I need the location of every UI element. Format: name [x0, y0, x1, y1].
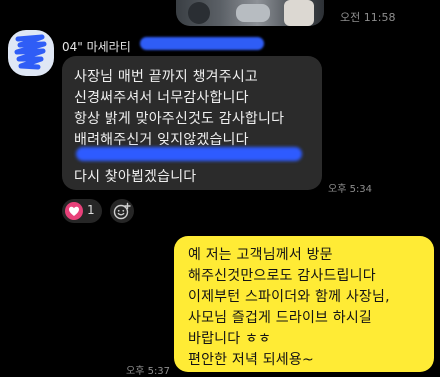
message-line: 바랍니다 ㅎㅎ: [188, 331, 272, 347]
avatar[interactable]: [8, 30, 54, 76]
photo-shape: [236, 4, 270, 22]
redaction-mark: [140, 37, 264, 50]
message-timestamp: 오후 5:37: [126, 366, 171, 377]
message-line: 배려해주신거 잊지않겠습니다: [74, 132, 249, 148]
message-line: 사모님 즐겁게 드라이브 하시길: [188, 310, 372, 326]
reaction-count: 1: [87, 203, 95, 217]
add-emoji-icon: [113, 202, 131, 220]
photo-shape: [188, 2, 210, 24]
add-reaction-button[interactable]: [110, 199, 134, 223]
message-timestamp: 오후 5:34: [328, 184, 373, 195]
sender-name: 04" 마세라티: [62, 40, 131, 54]
message-line: 사장님 매번 끝까지 챙겨주시고: [74, 69, 258, 85]
reaction-badge[interactable]: 1: [62, 199, 102, 223]
message-line: 이제부턴 스파이더와 함께 사장님,: [188, 289, 390, 305]
outgoing-message-bubble[interactable]: 예 저는 고객님께서 방문 해주신것만으로도 감사드립니다 이제부턴 스파이더와…: [174, 236, 434, 372]
message-line: 편안한 저녁 되세용~: [188, 352, 314, 368]
message-timestamp: 오전 11:58: [340, 11, 396, 24]
message-line: 예 저는 고객님께서 방문: [188, 247, 333, 263]
message-line: 다시 찾아뵙겠습니다: [74, 169, 197, 185]
redaction-mark: [76, 147, 302, 161]
message-line: 신경써주셔서 너무감사합니다: [74, 90, 249, 106]
photo-shape: [284, 0, 314, 26]
heart-icon: [65, 202, 83, 220]
message-line: 해주신것만으로도 감사드립니다: [188, 268, 376, 284]
avatar-scribble-icon: [14, 34, 47, 70]
shared-photo-thumbnail[interactable]: [176, 0, 324, 26]
incoming-message-bubble[interactable]: 사장님 매번 끝까지 챙겨주시고 신경써주셔서 너무감사합니다 항상 밝게 맞아…: [62, 56, 322, 190]
message-line: 항상 밝게 맞아주신것도 감사합니다: [74, 111, 285, 127]
